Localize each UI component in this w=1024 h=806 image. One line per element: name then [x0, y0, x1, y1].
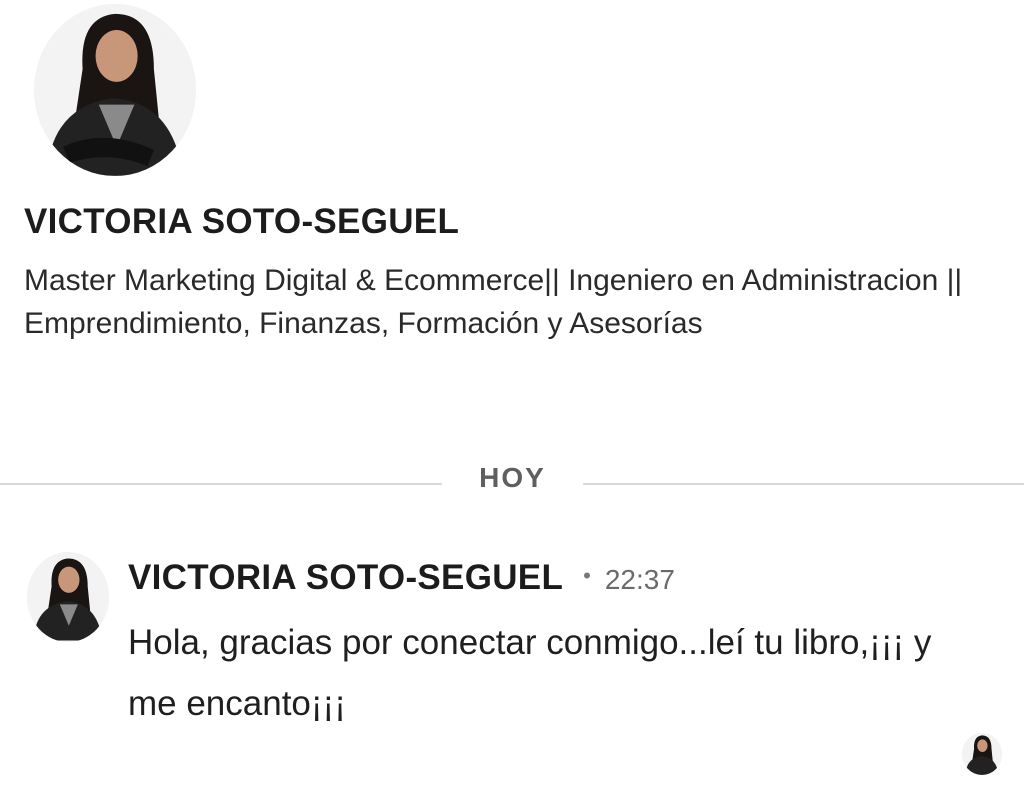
message-text: Hola, gracias por conectar conmigo...leí… — [128, 623, 932, 723]
date-divider-left — [0, 483, 442, 485]
message-header-separator: • — [583, 563, 591, 588]
message-sender-name[interactable]: VICTORIA SOTO-SEGUEL — [128, 558, 563, 598]
read-receipt-avatar — [962, 733, 1002, 775]
profile-name[interactable]: VICTORIA SOTO-SEGUEL — [24, 202, 459, 242]
profile-photo-icon — [34, 4, 196, 176]
profile-avatar[interactable] — [34, 4, 196, 176]
date-divider-right — [583, 483, 1024, 485]
profile-headline: Master Marketing Digital & Ecommerce|| I… — [24, 264, 963, 340]
message-timestamp: 22:37 — [604, 564, 675, 595]
sender-photo-icon — [27, 553, 109, 641]
seen-avatar-icon — [962, 733, 1002, 775]
message-header: VICTORIA SOTO-SEGUEL • 22:37 — [128, 558, 675, 598]
date-divider-label: HOY — [479, 462, 546, 493]
message-sender-avatar[interactable] — [27, 552, 109, 642]
